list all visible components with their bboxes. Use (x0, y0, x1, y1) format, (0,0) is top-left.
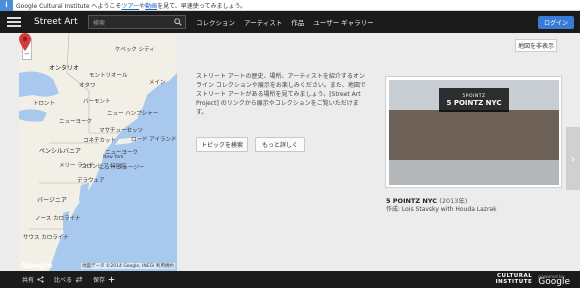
google-map-logo: Google (21, 261, 53, 270)
map-label: メイン (149, 80, 166, 86)
tour-link[interactable]: ツアー (121, 1, 139, 10)
map-credit[interactable]: 地図データ ©2014 Google, INEGI 利用規約 (81, 263, 175, 269)
map-label: バージニア (37, 197, 67, 204)
compare-button[interactable]: 比べる (54, 275, 83, 284)
nav-item-collections[interactable]: コレクション (196, 17, 235, 27)
map-label: オタワ (79, 83, 96, 89)
map-label: ケベック シティ (115, 47, 155, 53)
share-button[interactable]: 共有 (22, 275, 44, 284)
nav-menu: コレクション アーティスト 作品 ユーザー ギャラリー (196, 17, 374, 27)
next-arrow-icon[interactable]: › (566, 127, 580, 190)
search-icon[interactable] (174, 18, 182, 26)
map-label: デラウェア (77, 178, 105, 184)
google-logo: Google (538, 276, 570, 287)
map-label: New York (103, 155, 124, 160)
map-view[interactable]: + − ケベック シティ オンタリオ モントリオール オタワ メイン トロント … (19, 33, 177, 271)
search-input[interactable]: 検索 (88, 15, 186, 29)
notice-suffix: を見て、早速使ってみましょう。 (157, 2, 247, 10)
powered-by: powered by Google (538, 275, 576, 287)
info-icon: i (0, 0, 13, 11)
featured-card[interactable]: 5POINTZ 5 POINTZ NYC (385, 76, 562, 188)
add-icon (108, 276, 115, 283)
page-title[interactable]: Street Art (34, 17, 84, 27)
search-placeholder: 検索 (93, 19, 106, 27)
menu-icon[interactable] (7, 17, 21, 27)
map-label: ペンシルバニア (39, 148, 82, 155)
hide-map-button[interactable]: 地図を非表示 (515, 39, 557, 52)
save-label: 保存 (93, 277, 106, 284)
featured-image[interactable]: 5POINTZ 5 POINTZ NYC (389, 80, 559, 185)
map-label: トロント (33, 101, 56, 107)
image-banner: 5POINTZ 5 POINTZ NYC (439, 88, 509, 112)
login-button[interactable]: ログイン (537, 15, 574, 29)
banner-large-text: 5 POINTZ NYC (446, 98, 502, 107)
save-button[interactable]: 保存 (93, 275, 115, 284)
map-label: マサチューセッツ (99, 128, 144, 134)
top-navigation: Street Art 検索 コレクション アーティスト 作品 ユーザー ギャラリ… (0, 11, 580, 33)
card-subtitle: 作成: Lois Stavsky with Houda Lazrak (386, 206, 497, 213)
share-icon (37, 276, 44, 283)
cultural-institute-logo[interactable]: CULTURAL INSTITUTE (495, 273, 533, 285)
search-topics-button[interactable]: トピックを検索 (196, 137, 248, 152)
bottom-bar: 共有 比べる 保存 CULTURAL INSTITUTE powered by … (0, 271, 580, 288)
map-label: コロンビア 特別区 (81, 164, 127, 170)
location-pin-icon[interactable] (19, 33, 31, 51)
map-label: サウス カロライナ (23, 235, 69, 241)
left-strip (0, 33, 19, 271)
map-label: ノース カロライナ (35, 216, 81, 222)
map-label: モントリオール (89, 73, 128, 79)
map-label: ロード アイランド (131, 137, 177, 143)
notice-bar: i Google Cultural Institute へようこそ ツアー や … (0, 0, 580, 11)
compare-icon (75, 276, 83, 283)
learn-more-button[interactable]: もっと詳しく (255, 137, 305, 152)
share-label: 共有 (22, 277, 35, 284)
compare-label: 比べる (54, 277, 73, 284)
map-label: ニューヨーク (59, 119, 93, 125)
map-label: ニュー ハンプシャー (107, 111, 159, 117)
nav-item-user-gallery[interactable]: ユーザー ギャラリー (313, 17, 373, 27)
nav-item-artists[interactable]: アーティスト (244, 17, 282, 27)
nav-item-works[interactable]: 作品 (291, 17, 304, 27)
notice-prefix: Google Cultural Institute へようこそ (16, 2, 122, 10)
map-label: オンタリオ (49, 65, 80, 72)
description-text: ストリート アートの歴史、場所、アーティストを紹介するオンライン コレクションや… (196, 73, 366, 116)
map-label: コネチカット (83, 138, 117, 144)
video-link[interactable]: 動画 (145, 1, 157, 10)
ci-line2: INSTITUTE (495, 278, 533, 285)
map-label: バーモント (83, 99, 111, 105)
